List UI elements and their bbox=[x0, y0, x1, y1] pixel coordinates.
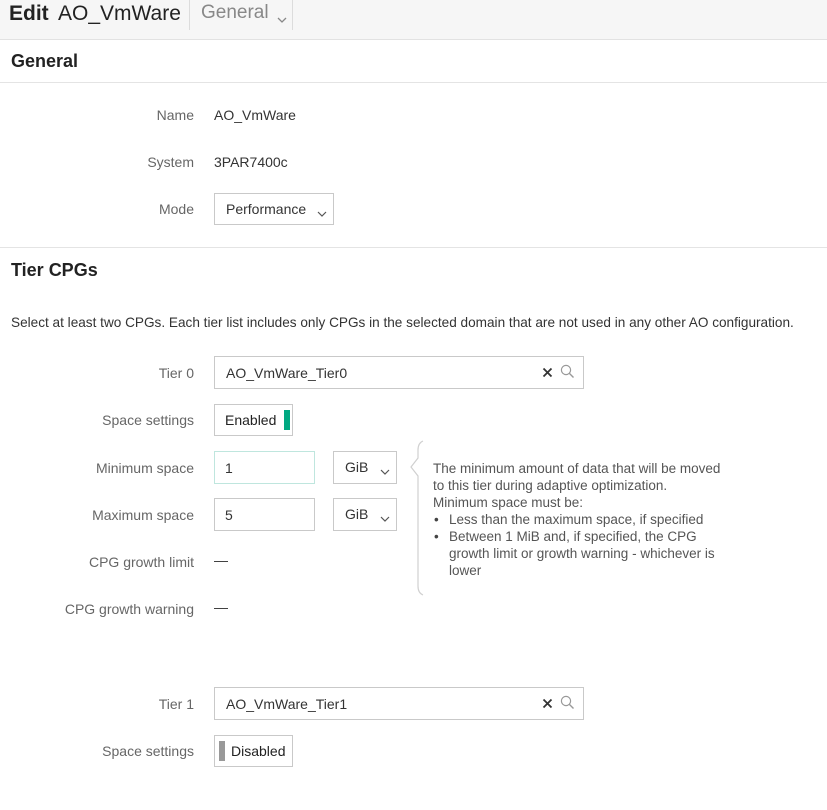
tier-cpgs-description: Select at least two CPGs. Each tier list… bbox=[11, 315, 794, 330]
cpg-growth-limit-value: — bbox=[214, 552, 228, 568]
help-intro: The minimum amount of data that will be … bbox=[433, 461, 721, 510]
help-bullet: Less than the maximum space, if specifie… bbox=[433, 511, 723, 528]
toggle-label: Enabled bbox=[225, 412, 277, 428]
close-icon[interactable] bbox=[542, 365, 553, 381]
tier-cpgs-section-title: Tier CPGs bbox=[11, 260, 98, 280]
tier0-label: Tier 0 bbox=[158, 365, 194, 381]
cpg-growth-warning-label: CPG growth warning bbox=[64, 601, 194, 617]
page-header: Edit AO_VmWare General bbox=[0, 0, 827, 40]
section-selector-label: General bbox=[201, 2, 269, 23]
search-icon[interactable] bbox=[560, 364, 575, 382]
header-divider bbox=[292, 0, 293, 30]
search-icon[interactable] bbox=[560, 695, 575, 713]
section-selector[interactable]: General bbox=[201, 2, 287, 24]
min-space-input[interactable]: 1 bbox=[214, 451, 315, 484]
header-divider bbox=[189, 0, 190, 30]
help-bullet: Between 1 MiB and, if specified, the CPG… bbox=[433, 528, 723, 579]
tier1-space-settings-toggle[interactable]: Disabled bbox=[214, 735, 293, 767]
chevron-down-icon bbox=[380, 463, 390, 479]
min-space-help-text: The minimum amount of data that will be … bbox=[433, 460, 723, 579]
toggle-indicator bbox=[284, 410, 290, 430]
cpg-growth-warning-value: — bbox=[214, 599, 228, 615]
mode-select-value: Performance bbox=[226, 201, 307, 217]
tier0-space-settings-label: Space settings bbox=[102, 412, 194, 428]
min-space-label: Minimum space bbox=[95, 460, 194, 476]
tier0-cpg-value: AO_VmWare_Tier0 bbox=[226, 365, 348, 381]
min-space-unit-select[interactable]: GiB bbox=[333, 451, 397, 484]
name-label: Name bbox=[156, 107, 194, 123]
max-space-unit-value: GiB bbox=[345, 506, 369, 522]
system-label: System bbox=[147, 154, 194, 170]
general-section-title: General bbox=[11, 51, 79, 71]
max-space-input-value: 5 bbox=[225, 507, 233, 523]
max-space-label: Maximum space bbox=[92, 507, 194, 523]
help-bullet-list: Less than the maximum space, if specifie… bbox=[433, 511, 723, 579]
toggle-label: Disabled bbox=[231, 743, 286, 759]
min-space-unit-value: GiB bbox=[345, 459, 369, 475]
mode-select[interactable]: Performance bbox=[214, 193, 334, 225]
tier0-cpg-combobox[interactable]: AO_VmWare_Tier0 bbox=[214, 356, 584, 389]
help-bracket bbox=[410, 440, 424, 596]
tier0-space-settings-toggle[interactable]: Enabled bbox=[214, 404, 293, 436]
tier1-space-settings-label: Space settings bbox=[102, 743, 194, 759]
cpg-growth-limit-label: CPG growth limit bbox=[88, 554, 194, 570]
name-value: AO_VmWare bbox=[214, 107, 296, 123]
chevron-down-icon bbox=[317, 205, 327, 221]
max-space-unit-select[interactable]: GiB bbox=[333, 498, 397, 531]
chevron-down-icon bbox=[380, 510, 390, 526]
edit-label: Edit bbox=[9, 2, 49, 25]
tier1-cpg-combobox[interactable]: AO_VmWare_Tier1 bbox=[214, 687, 584, 720]
mode-label: Mode bbox=[158, 201, 194, 217]
toggle-indicator bbox=[219, 741, 225, 761]
object-name: AO_VmWare bbox=[58, 2, 181, 25]
system-value: 3PAR7400c bbox=[214, 154, 288, 170]
min-space-input-value: 1 bbox=[225, 460, 233, 476]
tier1-cpg-value: AO_VmWare_Tier1 bbox=[226, 696, 348, 712]
close-icon[interactable] bbox=[542, 696, 553, 712]
section-divider bbox=[0, 82, 827, 83]
chevron-down-icon bbox=[277, 8, 287, 30]
max-space-input[interactable]: 5 bbox=[214, 498, 315, 531]
tier1-label: Tier 1 bbox=[158, 696, 194, 712]
section-divider bbox=[0, 247, 827, 248]
